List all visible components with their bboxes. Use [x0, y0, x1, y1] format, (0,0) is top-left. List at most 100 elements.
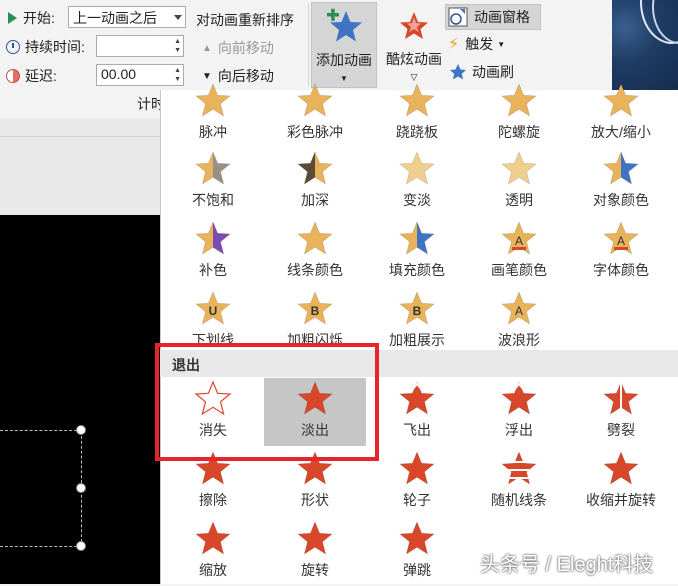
animation-option[interactable]: 弹跳 — [366, 518, 468, 586]
animation-option-label: 弹跳 — [403, 562, 431, 578]
animation-option-label: 飞出 — [403, 422, 431, 438]
animation-option[interactable]: 旋转 — [264, 518, 366, 586]
animation-option[interactable]: 线条颜色 — [264, 218, 366, 286]
animation-option-label: 不饱和 — [192, 192, 234, 208]
animation-option-label: 擦除 — [199, 492, 227, 508]
lightning-icon: ⚡ — [448, 36, 460, 53]
animation-option-label: 彩色脉冲 — [287, 124, 343, 140]
star-brush-icon — [450, 64, 466, 80]
animation-pane-label: 动画窗格 — [474, 9, 530, 25]
resize-handle[interactable] — [76, 541, 86, 551]
chevron-down-icon: ▼ — [497, 39, 506, 49]
animation-option-label: 变淡 — [403, 192, 431, 208]
animation-option-label: 加深 — [301, 192, 329, 208]
animation-option-label: 跷跷板 — [396, 124, 438, 140]
duration-field[interactable]: ▲ ▼ — [96, 35, 184, 57]
svg-text:B: B — [413, 304, 422, 318]
animation-option[interactable]: 填充颜色 — [366, 218, 468, 286]
selection-border — [0, 546, 82, 547]
animation-option[interactable]: 轮子 — [366, 448, 468, 516]
watermark: 头条号 / Eleght科技 — [480, 554, 654, 576]
animation-option[interactable]: A 字体颜色 — [570, 218, 672, 286]
duration-row: 持续时间: — [6, 37, 85, 57]
animation-option[interactable]: 跷跷板 — [366, 80, 468, 148]
trigger-button[interactable]: ⚡ 触发 ▼ — [448, 34, 505, 54]
animation-option[interactable]: A 画笔颜色 — [468, 218, 570, 286]
slide-canvas[interactable] — [0, 215, 160, 584]
animation-option[interactable]: 加深 — [264, 148, 366, 216]
reorder-title: 对动画重新排序 — [196, 12, 294, 28]
animation-option-label: 劈裂 — [607, 422, 635, 438]
delay-label: 延迟: — [25, 68, 57, 84]
cool-animation-button[interactable]: 酷炫动画 ▽ — [381, 2, 447, 88]
animation-pane-button[interactable]: 动画窗格 — [445, 4, 541, 30]
animation-painter-button[interactable]: 动画刷 — [448, 62, 514, 82]
move-earlier-button[interactable]: ▲ 向前移动 — [202, 38, 274, 58]
animation-option-label: 字体颜色 — [593, 262, 649, 278]
star-add-icon — [327, 8, 362, 42]
animation-option[interactable]: 脉冲 — [162, 80, 264, 148]
animation-option-label: 浮出 — [505, 422, 533, 438]
delay-row: 延迟: — [6, 66, 57, 86]
animation-painter-label: 动画刷 — [472, 64, 514, 80]
highlight-box — [155, 343, 379, 461]
animation-option-label: 轮子 — [403, 492, 431, 508]
animation-option[interactable]: 收缩并旋转 — [570, 448, 672, 516]
animation-option[interactable]: 变淡 — [366, 148, 468, 216]
animation-option-label: 形状 — [301, 492, 329, 508]
thumbnail-pane — [0, 118, 160, 215]
svg-text:A: A — [515, 304, 523, 318]
start-dropdown[interactable]: 上一动画之后 — [68, 6, 186, 28]
ribbon-separator — [308, 4, 309, 86]
animation-option[interactable]: 随机线条 — [468, 448, 570, 516]
svg-text:A: A — [617, 234, 625, 248]
start-dropdown-value: 上一动画之后 — [73, 10, 157, 26]
animation-option[interactable]: 飞出 — [366, 378, 468, 446]
animation-option[interactable]: A 波浪形 — [468, 288, 570, 356]
clock-icon — [6, 40, 20, 54]
animation-option[interactable]: 对象颜色 — [570, 148, 672, 216]
selection-border — [0, 430, 82, 431]
animation-option-label: 画笔颜色 — [491, 262, 547, 278]
resize-handle[interactable] — [76, 483, 86, 493]
resize-handle[interactable] — [76, 425, 86, 435]
trigger-label: 触发 — [465, 36, 494, 52]
add-animation-button[interactable]: 添加动画 ▼ — [311, 2, 377, 88]
animation-option-label: 脉冲 — [199, 124, 227, 140]
animation-option-label: 旋转 — [301, 562, 329, 578]
animation-option[interactable]: 不饱和 — [162, 148, 264, 216]
play-icon — [8, 12, 17, 24]
animation-option-label: 线条颜色 — [287, 262, 343, 278]
animation-option[interactable]: 放大/缩小 — [570, 80, 672, 148]
chevron-down-icon — [174, 15, 182, 20]
animation-option-label: 补色 — [199, 262, 227, 278]
delay-icon — [6, 69, 20, 83]
svg-text:B: B — [311, 304, 320, 318]
animation-option-label: 陀螺旋 — [498, 124, 540, 140]
slide-photo-thumbnail — [612, 0, 678, 92]
animation-option-label: 加粗展示 — [389, 332, 445, 348]
cool-animation-label: 酷炫动画 — [386, 51, 442, 67]
duration-label: 持续时间: — [25, 39, 85, 55]
svg-text:U: U — [209, 304, 218, 318]
animation-option-label: 放大/缩小 — [591, 124, 651, 140]
animation-option-label: 收缩并旋转 — [586, 492, 656, 508]
animation-option[interactable]: 透明 — [468, 148, 570, 216]
animation-option[interactable]: 浮出 — [468, 378, 570, 446]
animation-option[interactable]: 补色 — [162, 218, 264, 286]
animation-option-label: 波浪形 — [498, 332, 540, 348]
animation-option[interactable]: 缩放 — [162, 518, 264, 586]
add-animation-label: 添加动画 — [316, 52, 372, 68]
spinner-icon[interactable]: ▲ ▼ — [174, 37, 181, 55]
move-earlier-label: 向前移动 — [217, 40, 274, 56]
delay-value: 00.00 — [101, 66, 137, 82]
animation-option[interactable]: B 加粗展示 — [366, 288, 468, 356]
animation-option[interactable]: 彩色脉冲 — [264, 80, 366, 148]
animation-option-label: 对象颜色 — [593, 192, 649, 208]
animation-option[interactable]: 劈裂 — [570, 378, 672, 446]
start-label: 开始: — [23, 10, 55, 26]
start-row: 开始: — [8, 8, 55, 28]
animation-option-label: 填充颜色 — [389, 262, 445, 278]
sparkle-star-icon — [400, 12, 428, 39]
animation-option[interactable]: 陀螺旋 — [468, 80, 570, 148]
